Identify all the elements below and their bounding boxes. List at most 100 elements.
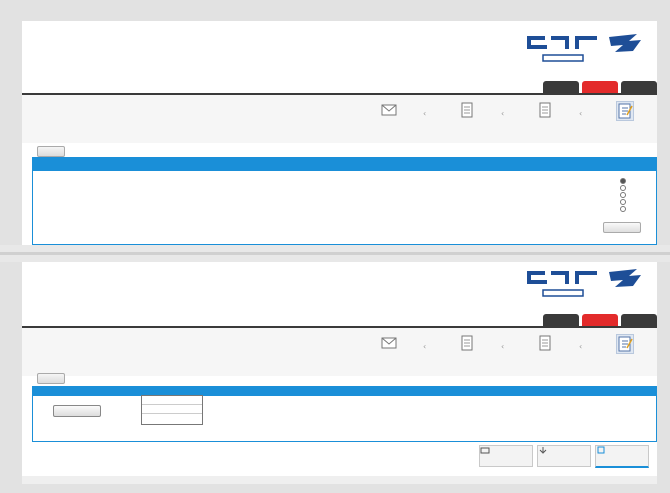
tool-item-active[interactable] xyxy=(595,445,649,468)
small-button[interactable] xyxy=(37,146,65,157)
result-label xyxy=(286,399,326,405)
step-label xyxy=(515,123,575,130)
step-3[interactable] xyxy=(437,101,497,139)
user-info xyxy=(346,30,446,54)
radio-option[interactable] xyxy=(446,199,626,205)
radio-option[interactable] xyxy=(446,185,626,191)
chevron-left-icon: ‹ xyxy=(423,342,427,351)
workflow-steps: ‹ ‹ ‹ xyxy=(22,95,657,143)
step-2[interactable] xyxy=(515,101,575,139)
radio-button[interactable] xyxy=(620,199,626,205)
step-label xyxy=(437,356,497,363)
logo-swoosh-icon xyxy=(609,269,641,287)
chevron-left-icon: ‹ xyxy=(501,109,505,118)
step-label xyxy=(359,123,419,130)
step-label xyxy=(595,358,655,365)
result-label xyxy=(456,399,506,405)
tool-item[interactable] xyxy=(537,445,591,467)
summary-table xyxy=(141,395,203,425)
chevron-left-icon: ‹ xyxy=(579,342,583,351)
result-value xyxy=(366,417,406,423)
radio-button[interactable] xyxy=(620,185,626,191)
step-2[interactable] xyxy=(515,334,575,372)
step-label xyxy=(437,123,497,130)
main-tabs xyxy=(543,314,657,326)
chevron-left-icon: ‹ xyxy=(579,109,583,118)
logo-subtext xyxy=(542,54,584,62)
radio-button[interactable] xyxy=(620,178,626,184)
document-icon xyxy=(537,101,553,119)
chevron-left-icon: ‹ xyxy=(501,342,505,351)
results-box xyxy=(32,386,657,442)
result-value xyxy=(286,417,326,423)
envelope-icon xyxy=(381,101,397,119)
chevron-left-icon: ‹ xyxy=(423,109,427,118)
box-title xyxy=(33,387,656,396)
tab[interactable] xyxy=(543,81,579,93)
step-3[interactable] xyxy=(437,334,497,372)
screen-panel-bottom: ‹ ‹ ‹ xyxy=(22,262,657,484)
info-link[interactable] xyxy=(346,284,446,290)
radio-label xyxy=(526,179,616,183)
radio-option[interactable] xyxy=(446,192,626,198)
tab-active[interactable] xyxy=(582,314,618,326)
tab[interactable] xyxy=(621,81,657,93)
radio-label xyxy=(526,207,616,211)
table-row xyxy=(142,396,202,405)
logo-wordmark xyxy=(523,33,603,51)
brand-logo xyxy=(511,264,643,300)
radio-option[interactable] xyxy=(446,178,626,184)
result-label xyxy=(366,399,406,405)
tool-item[interactable] xyxy=(479,445,533,467)
document-icon xyxy=(537,334,553,352)
print-icon xyxy=(597,446,605,454)
radio-button[interactable] xyxy=(620,206,626,212)
logo-subtext xyxy=(542,289,584,297)
info-link[interactable] xyxy=(346,48,446,54)
user-info xyxy=(346,266,446,290)
download-icon xyxy=(539,447,547,454)
result-row xyxy=(33,399,656,419)
result-value xyxy=(546,417,586,423)
step-4[interactable] xyxy=(359,101,419,139)
box-title xyxy=(33,158,656,171)
radio-option[interactable] xyxy=(446,206,626,212)
step-label xyxy=(359,356,419,363)
result-label xyxy=(546,399,586,405)
step-1[interactable] xyxy=(595,334,655,372)
table-row xyxy=(142,414,202,422)
export-icon xyxy=(480,447,490,454)
tab[interactable] xyxy=(621,314,657,326)
document-icon xyxy=(459,334,475,352)
table-row xyxy=(142,405,202,414)
brand-logo xyxy=(511,29,643,65)
small-button[interactable] xyxy=(37,373,65,384)
envelope-icon xyxy=(381,334,397,352)
step-4[interactable] xyxy=(359,334,419,372)
action-button[interactable] xyxy=(53,405,101,417)
radio-label xyxy=(526,200,616,204)
edit-form-icon xyxy=(616,334,634,354)
logo-swoosh-icon xyxy=(609,34,641,52)
logo-wordmark xyxy=(523,268,603,286)
radio-button[interactable] xyxy=(620,192,626,198)
address-bar[interactable] xyxy=(24,76,64,82)
document-icon xyxy=(459,101,475,119)
main-tabs xyxy=(543,81,657,93)
result-label xyxy=(606,399,646,405)
edit-form-icon xyxy=(616,101,634,121)
result-value xyxy=(606,417,646,423)
tab[interactable] xyxy=(543,314,579,326)
screen-panel-top: ‹ ‹ ‹ xyxy=(22,21,657,245)
ok-button[interactable] xyxy=(603,222,641,233)
alert-text xyxy=(182,266,252,272)
address-bar[interactable] xyxy=(24,309,64,315)
tools-bar xyxy=(479,445,649,469)
result-value xyxy=(456,417,506,423)
tab-active[interactable] xyxy=(582,81,618,93)
radio-label xyxy=(526,193,616,197)
options-box xyxy=(32,157,657,245)
step-label xyxy=(515,356,575,363)
step-label xyxy=(595,125,655,132)
step-1[interactable] xyxy=(595,101,655,139)
